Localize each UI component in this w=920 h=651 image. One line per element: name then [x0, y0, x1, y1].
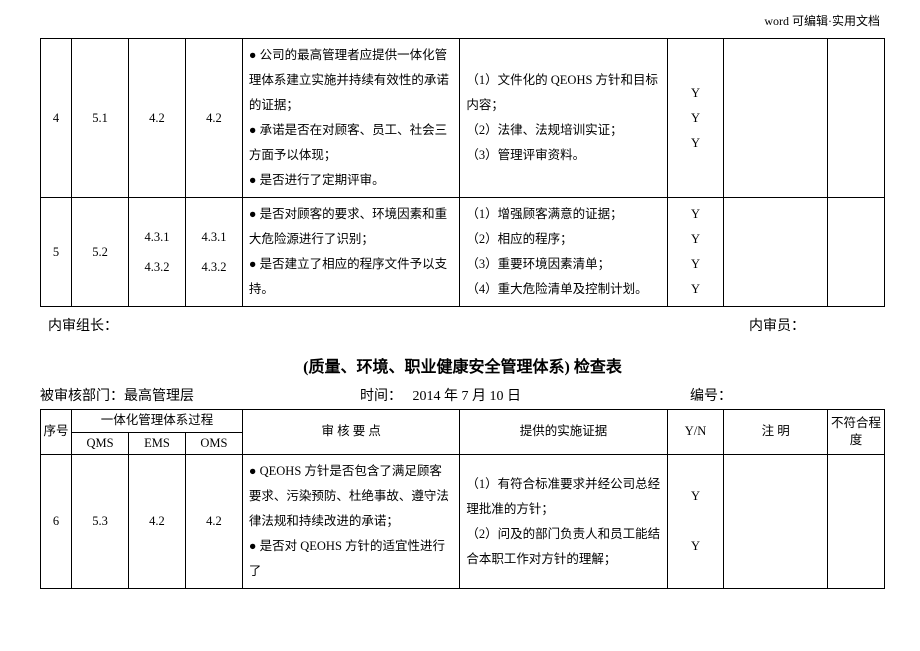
table-row: 4 5.1 4.2 4.2 ● 公司的最高管理者应提供一体化管理体系建立实施并持…	[41, 39, 885, 198]
table-row: 5 5.2 4.3.14.3.2 4.3.14.3.2 ● 是否对顾客的要求、环…	[41, 198, 885, 307]
hdr-seq: 序号	[41, 410, 72, 455]
cell-oms: 4.2	[185, 455, 242, 589]
checklist-table-upper: 4 5.1 4.2 4.2 ● 公司的最高管理者应提供一体化管理体系建立实施并持…	[40, 38, 885, 307]
cell-keypoints: ● 是否对顾客的要求、环境因素和重大危险源进行了识别；● 是否建立了相应的程序文…	[242, 198, 459, 307]
info-dept: 被审核部门：最高管理层	[40, 385, 360, 405]
cell-keypoints: ● 公司的最高管理者应提供一体化管理体系建立实施并持续有效性的承诺的证据；● 承…	[242, 39, 459, 198]
cell-evidence: （1）文件化的 QEOHS 方针和目标内容；（2）法律、法规培训实证；（3）管理…	[460, 39, 667, 198]
cell-degree	[828, 39, 885, 198]
cell-oms: 4.2	[185, 39, 242, 198]
cell-degree	[828, 198, 885, 307]
checklist-table-lower: 序号 一体化管理体系过程 审 核 要 点 提供的实施证据 Y/N 注 明 不符合…	[40, 409, 885, 589]
cell-oms: 4.3.14.3.2	[185, 198, 242, 307]
header-row-1: 序号 一体化管理体系过程 审 核 要 点 提供的实施证据 Y/N 注 明 不符合…	[41, 410, 885, 433]
doc-info-row: 被审核部门：最高管理层 时间： 2014 年 7 月 10 日 编号：	[40, 385, 885, 405]
hdr-proc: 一体化管理体系过程	[72, 410, 243, 433]
cell-note	[724, 39, 828, 198]
page-title: (质量、环境、职业健康安全管理体系) 检查表	[40, 353, 885, 377]
leader-label: 内审组长：	[48, 315, 118, 335]
no-label: 编号：	[690, 389, 732, 404]
hdr-degree: 不符合程 度	[828, 410, 885, 455]
cell-qms: 5.3	[72, 455, 129, 589]
hdr-keypoints: 审 核 要 点	[242, 410, 459, 455]
dept-value: 最高管理层	[124, 389, 194, 404]
cell-note	[724, 455, 828, 589]
hdr-note: 注 明	[724, 410, 828, 455]
cell-qms: 5.1	[72, 39, 129, 198]
cell-yn: YYY	[667, 39, 724, 198]
time-value: 2014 年 7 月 10 日	[413, 389, 522, 404]
cell-yn: YY	[667, 455, 724, 589]
cell-ems: 4.2	[129, 455, 186, 589]
dept-label: 被审核部门：	[40, 389, 124, 404]
header-note: word 可编辑·实用文档	[764, 12, 880, 29]
page-content: 4 5.1 4.2 4.2 ● 公司的最高管理者应提供一体化管理体系建立实施并持…	[0, 0, 920, 589]
info-no: 编号：	[690, 385, 885, 405]
table-row: 6 5.3 4.2 4.2 ● QEOHS 方针是否包含了满足顾客要求、污染预防…	[41, 455, 885, 589]
time-label: 时间：	[360, 389, 402, 404]
cell-keypoints: ● QEOHS 方针是否包含了满足顾客要求、污染预防、杜绝事故、遵守法律法规和持…	[242, 455, 459, 589]
cell-note	[724, 198, 828, 307]
cell-ems: 4.2	[129, 39, 186, 198]
cell-degree	[828, 455, 885, 589]
cell-seq: 4	[41, 39, 72, 198]
cell-evidence: （1）有符合标准要求并经公司总经理批准的方针；（2）问及的部门负责人和员工能结合…	[460, 455, 667, 589]
cell-ems: 4.3.14.3.2	[129, 198, 186, 307]
cell-evidence: （1）增强顾客满意的证据；（2）相应的程序；（3）重要环境因素清单；（4）重大危…	[460, 198, 667, 307]
signature-row: 内审组长： 内审员：	[40, 307, 885, 343]
cell-seq: 5	[41, 198, 72, 307]
cell-yn: YYYY	[667, 198, 724, 307]
hdr-qms: QMS	[72, 432, 129, 455]
hdr-evidence: 提供的实施证据	[460, 410, 667, 455]
hdr-yn: Y/N	[667, 410, 724, 455]
member-label: 内审员：	[749, 315, 805, 335]
hdr-oms: OMS	[185, 432, 242, 455]
info-time: 时间： 2014 年 7 月 10 日	[360, 385, 690, 405]
cell-qms: 5.2	[72, 198, 129, 307]
cell-seq: 6	[41, 455, 72, 589]
hdr-ems: EMS	[129, 432, 186, 455]
